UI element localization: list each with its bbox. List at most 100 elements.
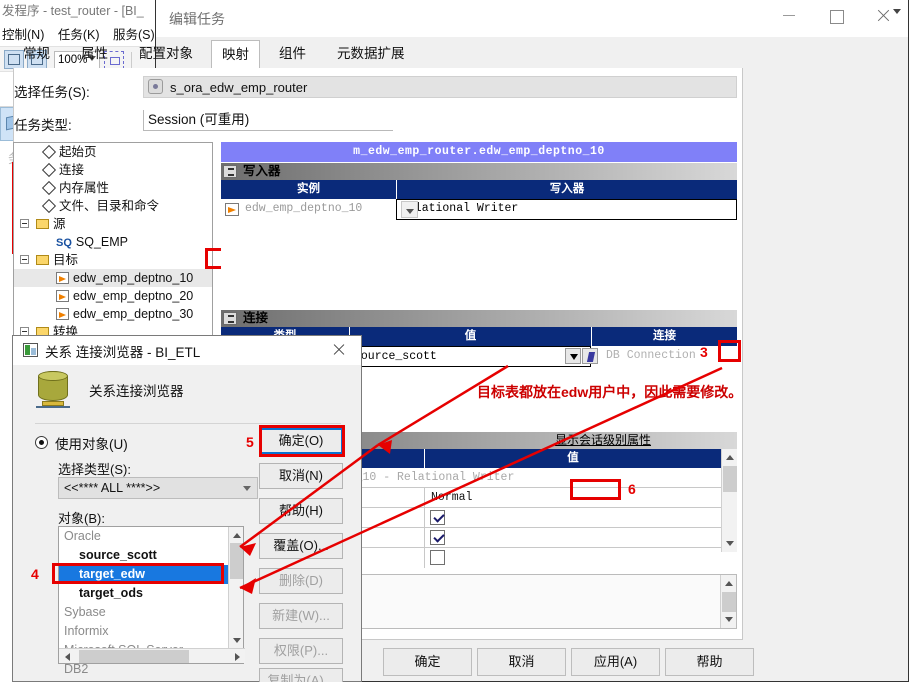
mapping-tree[interactable]: 起始页 连接 内存属性 文件、目录和命令 源 SQ SQ_EMP 目标 edw_e… bbox=[13, 142, 213, 337]
tab-mapping[interactable]: 映射 bbox=[211, 40, 260, 69]
browser-permissions-button[interactable]: 权限(P)... bbox=[259, 638, 343, 664]
browser-cancel-button[interactable]: 取消(N) bbox=[259, 463, 343, 489]
connection-object-list[interactable]: Oracle source_scott target_edw target_od… bbox=[58, 526, 245, 682]
scroll-left-icon[interactable] bbox=[59, 649, 74, 664]
tree-item-label: 目标 bbox=[53, 253, 79, 267]
chevron-down-icon[interactable] bbox=[401, 201, 418, 218]
select-type-label: 选择类型(S): bbox=[58, 462, 131, 477]
scroll-down-icon[interactable] bbox=[722, 536, 738, 552]
writer-section-bar: 写入器 bbox=[221, 163, 737, 180]
tree-item-edw-emp-deptno-30[interactable]: edw_emp_deptno_30 bbox=[14, 305, 212, 323]
tree-item-edw-emp-deptno-10[interactable]: edw_emp_deptno_10 bbox=[14, 269, 212, 287]
list-item[interactable]: Sybase bbox=[59, 603, 243, 622]
maximize-icon[interactable] bbox=[814, 0, 860, 30]
select-task-field[interactable]: s_ora_edw_emp_router bbox=[143, 76, 737, 98]
tree-item-label: 连接 bbox=[59, 163, 85, 177]
scrollbar-thumb[interactable] bbox=[723, 466, 737, 492]
annotation-6-highlight bbox=[570, 479, 621, 500]
scroll-down-icon[interactable] bbox=[229, 633, 244, 649]
chevron-down-icon[interactable] bbox=[893, 9, 901, 14]
collapse-icon[interactable] bbox=[20, 219, 29, 228]
scrollbar-thumb[interactable] bbox=[230, 543, 243, 579]
tree-item-memory-properties[interactable]: 内存属性 bbox=[14, 179, 212, 197]
annotation-4-highlight bbox=[52, 563, 224, 584]
property-checkbox[interactable] bbox=[430, 550, 445, 565]
tree-group-sources[interactable]: 源 bbox=[14, 215, 212, 233]
writer-type-value: Relational Writer bbox=[401, 202, 519, 215]
property-checkbox[interactable] bbox=[430, 510, 445, 525]
browser-delete-button[interactable]: 删除(D) bbox=[259, 568, 343, 594]
dialog-ok-button[interactable]: 确定 bbox=[383, 648, 472, 676]
writer-row[interactable]: edw_emp_deptno_10 Relational Writer bbox=[221, 199, 737, 220]
scrollbar-thumb[interactable] bbox=[79, 650, 189, 663]
tree-item-sq-emp[interactable]: SQ SQ_EMP bbox=[14, 233, 212, 251]
target-icon bbox=[56, 272, 69, 284]
tab-general[interactable]: 常规 bbox=[13, 40, 60, 68]
annotation-3-label: 3 bbox=[700, 344, 708, 360]
scroll-right-icon[interactable] bbox=[230, 649, 245, 664]
list-item[interactable]: Informix bbox=[59, 622, 243, 641]
tab-metadata-extensions[interactable]: 元数据扩展 bbox=[327, 40, 415, 68]
scroll-down-icon[interactable] bbox=[721, 612, 737, 628]
divider bbox=[35, 423, 341, 424]
browser-copy-as-button[interactable]: 复制为(A)... bbox=[259, 668, 343, 682]
column-divider bbox=[424, 488, 425, 508]
tree-item-label: edw_emp_deptno_30 bbox=[73, 307, 194, 321]
column-divider bbox=[424, 548, 425, 568]
browser-title-text: 关系 连接浏览器 - BI_ETL bbox=[45, 345, 201, 360]
diamond-icon bbox=[41, 162, 57, 178]
property-value[interactable]: Normal bbox=[431, 491, 472, 504]
writer-instance-value: edw_emp_deptno_10 bbox=[245, 202, 363, 215]
collapse-icon[interactable] bbox=[20, 255, 29, 264]
collapse-toggle-icon[interactable] bbox=[223, 312, 237, 325]
scroll-up-icon[interactable] bbox=[721, 575, 737, 591]
scrollbar-thumb[interactable] bbox=[722, 592, 736, 612]
browser-help-button[interactable]: 帮助(H) bbox=[259, 498, 343, 524]
use-object-radio[interactable] bbox=[35, 436, 48, 449]
connection-section-bar: 连接 bbox=[221, 310, 737, 327]
annotation-note-text: 目标表都放在edw用户中，因此需要修改。 bbox=[477, 384, 743, 400]
browser-override-button[interactable]: 覆盖(O)... bbox=[259, 533, 343, 559]
open-connection-browser-button[interactable] bbox=[565, 348, 581, 364]
list-vertical-scrollbar[interactable] bbox=[228, 527, 243, 649]
tab-config-object[interactable]: 配置对象 bbox=[129, 40, 203, 68]
dialog-cancel-button[interactable]: 取消 bbox=[477, 648, 566, 676]
tab-properties[interactable]: 属性 bbox=[71, 40, 118, 68]
folder-icon bbox=[36, 255, 49, 265]
scroll-up-icon[interactable] bbox=[722, 449, 738, 465]
annotation-6-label: 6 bbox=[628, 481, 636, 497]
dialog-tabstrip: 常规 属性 配置对象 映射 组件 元数据扩展 bbox=[13, 40, 743, 69]
list-item[interactable]: Oracle bbox=[59, 527, 243, 546]
select-type-dropdown[interactable]: <<**** ALL ****>> bbox=[58, 477, 258, 499]
tree-item-files-dirs-commands[interactable]: 文件、目录和命令 bbox=[14, 197, 212, 215]
minimize-icon[interactable] bbox=[768, 0, 814, 30]
property-checkbox[interactable] bbox=[430, 530, 445, 545]
description-scrollbar[interactable] bbox=[720, 575, 736, 628]
show-session-level-properties-link[interactable]: 显示会话级别属性 bbox=[555, 432, 651, 449]
list-horizontal-scrollbar[interactable] bbox=[59, 648, 245, 663]
scroll-up-icon[interactable] bbox=[229, 527, 244, 543]
tree-item-edw-emp-deptno-20[interactable]: edw_emp_deptno_20 bbox=[14, 287, 212, 305]
tree-item-label: 文件、目录和命令 bbox=[59, 199, 160, 213]
tree-item-start-page[interactable]: 起始页 bbox=[14, 143, 212, 161]
writer-col-writer: 写入器 bbox=[549, 183, 585, 195]
tree-item-label: edw_emp_deptno_20 bbox=[73, 289, 194, 303]
source-qualifier-icon: SQ bbox=[56, 237, 72, 249]
tree-group-targets[interactable]: 目标 bbox=[14, 251, 212, 269]
dialog-apply-button[interactable]: 应用(A) bbox=[571, 648, 660, 676]
browser-titlebar: 关系 连接浏览器 - BI_ETL bbox=[13, 336, 361, 365]
tab-components[interactable]: 组件 bbox=[269, 40, 316, 68]
edit-connection-button[interactable] bbox=[582, 348, 598, 364]
close-icon[interactable] bbox=[318, 336, 358, 364]
writer-type-dropdown[interactable]: Relational Writer bbox=[396, 199, 737, 220]
close-icon[interactable] bbox=[860, 0, 906, 30]
properties-scrollbar[interactable] bbox=[721, 449, 737, 552]
list-item[interactable]: target_ods bbox=[59, 584, 243, 603]
connection-name-value: DB Connection bbox=[606, 349, 696, 362]
dialog-help-button[interactable]: 帮助 bbox=[665, 648, 754, 676]
tree-item-connections[interactable]: 连接 bbox=[14, 161, 212, 179]
connection-value-field[interactable]: source_scott bbox=[349, 346, 591, 367]
browser-new-button[interactable]: 新建(W)... bbox=[259, 603, 343, 629]
collapse-toggle-icon[interactable] bbox=[223, 165, 237, 178]
chevron-down-icon[interactable] bbox=[243, 486, 251, 491]
